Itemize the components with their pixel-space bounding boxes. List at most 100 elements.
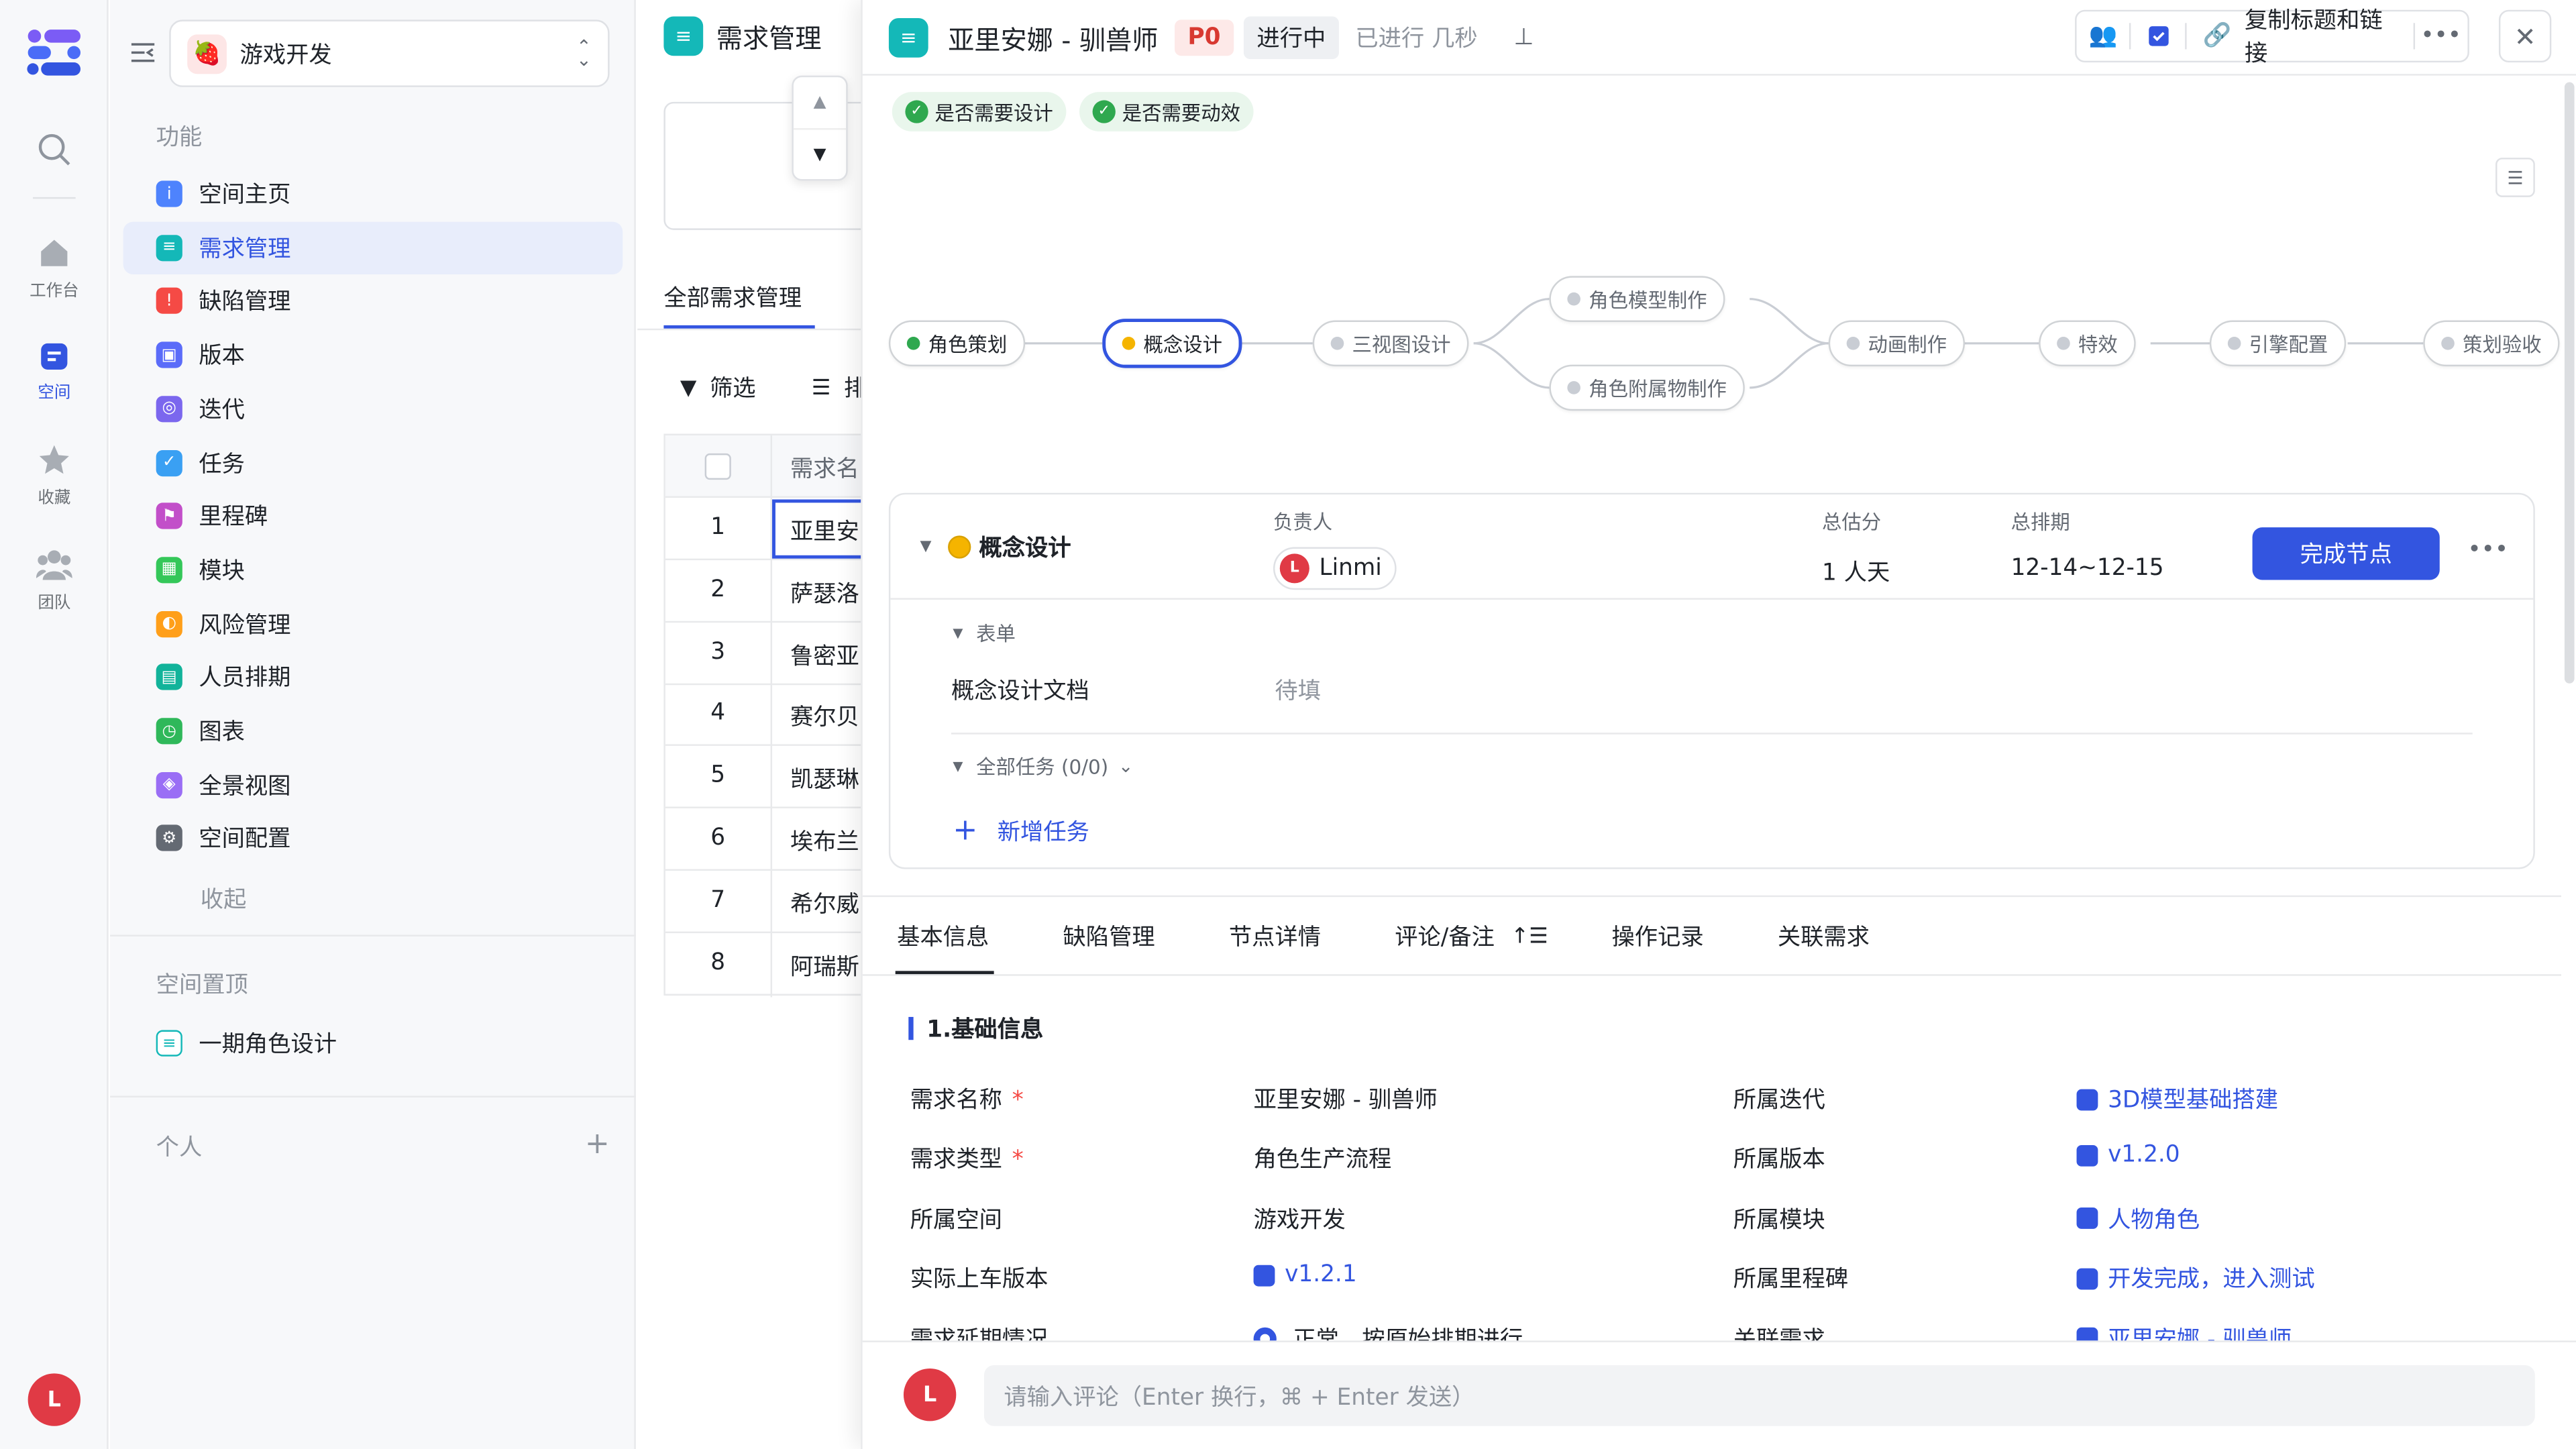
priority-badge[interactable]: P0 (1174, 19, 1234, 56)
sort-button[interactable]: ☰ 排 (812, 371, 867, 404)
tasks-icon: ✓ (156, 449, 182, 476)
row-number: 7 (710, 886, 726, 914)
requirement-type-icon: ≡ (888, 17, 928, 58)
sidebar-item-staffing[interactable]: ▤ 人员排期 (123, 651, 623, 704)
row-name[interactable]: 希尔威 (790, 887, 859, 920)
workflow-node-vfx[interactable]: 特效 (2039, 320, 2136, 367)
row-name[interactable]: 阿瑞斯 (790, 949, 859, 982)
workflow-node-three-view[interactable]: 三视图设计 (1312, 320, 1469, 367)
row-number: 2 (710, 576, 726, 603)
workflow-settings-icon[interactable]: ☰ (2496, 158, 2535, 197)
project-selector[interactable]: 🍓 游戏开发 ⌃ ⌄ (169, 19, 610, 87)
sidebar-item-risks[interactable]: ◐ 风险管理 (123, 597, 623, 649)
app-logo[interactable] (25, 28, 84, 77)
rail-workbench[interactable]: 工作台 (0, 237, 109, 301)
user-avatar[interactable]: L (28, 1373, 81, 1426)
field-value[interactable]: 亚里安娜 - 驯兽师 (1254, 1083, 1438, 1116)
sidebar-item-milestones[interactable]: ⚑ 里程碑 (123, 490, 623, 542)
search-icon[interactable] (36, 131, 72, 174)
comment-input[interactable]: 请输入评论（Enter 换行，⌘ + Enter 发送） (983, 1365, 2535, 1426)
sidebar-item-iterations[interactable]: ◎ 迭代 (123, 382, 623, 435)
add-task-button[interactable]: + 新增任务 (953, 813, 1089, 847)
sidebar-item-space-settings[interactable]: ⚙ 空间配置 (123, 812, 623, 865)
tab-activity-log[interactable]: 操作记录 (1611, 920, 1703, 953)
filter-button[interactable]: ▼ 筛选 (680, 371, 756, 404)
tab-related[interactable]: 关联需求 (1778, 920, 1870, 953)
node-card-title[interactable]: ▼ 概念设计 (920, 531, 1071, 564)
section-title-personal: 个人 (156, 1135, 203, 1162)
more-icon[interactable]: ••• (2414, 23, 2467, 49)
strawberry-icon: 🍓 (187, 34, 227, 73)
form-section-toggle[interactable]: ▼ 表单 (953, 619, 1015, 647)
workflow-node-accessory[interactable]: 角色附属物制作 (1549, 364, 1745, 411)
sidebar-item-defects[interactable]: ! 缺陷管理 (123, 275, 623, 327)
node-more-icon[interactable]: ••• (2467, 537, 2508, 564)
sidebar-item-versions[interactable]: ▣ 版本 (123, 329, 623, 381)
field-link-value[interactable]: v1.2.0 (2076, 1142, 2180, 1169)
schedule-value[interactable]: 12-14~12-15 (2011, 555, 2164, 582)
sidebar-item-charts[interactable]: ◷ 图表 (123, 705, 623, 757)
section-title-functions: 功能 (156, 125, 203, 152)
list-icon: ≡ (156, 1030, 182, 1057)
sidebar-item-requirements[interactable]: ≡ 需求管理 (123, 221, 623, 274)
tasks-section-toggle[interactable]: ▼ 全部任务 (0/0) ⌄ (953, 753, 1133, 781)
tab-basic-info[interactable]: 基本信息 (897, 920, 989, 953)
row-name[interactable]: 赛尔贝 (790, 700, 859, 733)
rail-space[interactable]: 空间 (0, 341, 109, 402)
staffing-icon: ▤ (156, 664, 182, 691)
status-badge[interactable]: 进行中 (1243, 16, 1339, 60)
tag-needs-design[interactable]: ✓ 是否需要设计 (892, 92, 1067, 131)
workflow-node-role-planning[interactable]: 角色策划 (888, 320, 1026, 367)
field-link-value[interactable]: 人物角色 (2076, 1202, 2200, 1235)
collapse-sidebar-icon[interactable] (129, 40, 156, 72)
link-square-icon (2076, 1088, 2098, 1110)
sidebar-item-label: 任务 (199, 451, 245, 478)
sidebar-item-panorama[interactable]: ◈ 全景视图 (123, 759, 623, 811)
field-value[interactable]: 游戏开发 (1254, 1202, 1346, 1235)
collapse-link[interactable]: 收起 (201, 882, 247, 915)
tab-defects[interactable]: 缺陷管理 (1063, 920, 1155, 953)
owner-chip[interactable]: L Linmi (1273, 547, 1397, 590)
complete-node-button[interactable]: 完成节点 (2252, 527, 2440, 580)
column-header-name: 需求名 (790, 456, 859, 484)
sidebar-item-modules[interactable]: ▦ 模块 (123, 543, 623, 596)
field-value[interactable]: 角色生产流程 (1254, 1142, 1392, 1175)
field-link-value[interactable]: 3D模型基础搭建 (2076, 1083, 2278, 1116)
row-name[interactable]: 埃布兰 (790, 824, 859, 857)
workflow-node-animation[interactable]: 动画制作 (1828, 320, 1966, 367)
close-icon[interactable]: ✕ (2498, 9, 2552, 63)
next-item-button[interactable]: ▼ (794, 129, 846, 178)
tab-all-requirements[interactable]: 全部需求管理 (663, 281, 802, 314)
versions-icon: ▣ (156, 341, 182, 368)
row-name[interactable]: 萨瑟洛 (790, 576, 859, 609)
rail-favorites[interactable]: 收藏 (0, 443, 109, 508)
sort-icon: ☰ (811, 375, 831, 400)
pin-icon[interactable]: ⊥ (1514, 25, 1534, 51)
select-all-checkbox[interactable] (704, 453, 731, 480)
members-icon[interactable]: 👥 (2077, 23, 2130, 49)
add-personal-icon[interactable]: + (585, 1127, 610, 1161)
workflow-node-engine[interactable]: 引擎配置 (2209, 320, 2347, 367)
filter-icon: ▼ (680, 375, 697, 400)
row-name[interactable]: 鲁密亚 (790, 639, 859, 672)
tab-comments[interactable]: 评论/备注 ↑☰ (1395, 920, 1548, 953)
workflow-node-acceptance[interactable]: 策划验收 (2423, 320, 2560, 367)
copy-link-button[interactable]: 🔗 复制标题和链接 (2186, 3, 2412, 69)
panel-scrollbar[interactable] (2564, 82, 2575, 684)
prev-item-button[interactable]: ▲ (793, 77, 847, 130)
row-name[interactable]: 凯瑟琳 (790, 763, 859, 796)
form-field-value[interactable]: 待填 (1275, 674, 1321, 706)
sidebar-item-tasks[interactable]: ✓ 任务 (123, 436, 623, 488)
bookmark-icon[interactable] (2131, 25, 2184, 48)
tag-needs-animation[interactable]: ✓ 是否需要动效 (1079, 92, 1254, 131)
workflow-node-model[interactable]: 角色模型制作 (1549, 276, 1725, 323)
tab-node-details[interactable]: 节点详情 (1229, 920, 1321, 953)
estimate-value[interactable]: 1 人天 (1822, 555, 1890, 588)
pinned-item[interactable]: ≡ 一期角色设计 (123, 1017, 623, 1069)
field-value[interactable]: v1.2.1 (1253, 1262, 1357, 1288)
rail-team[interactable]: 团队 (0, 549, 109, 612)
field-link-value[interactable]: 开发完成，进入测试 (2076, 1262, 2315, 1295)
sidebar-item-space-home[interactable]: i 空间主页 (123, 168, 623, 220)
left-rail: 工作台 空间 收藏 团队 L (0, 0, 109, 1449)
workflow-node-concept-design[interactable]: 概念设计 (1102, 319, 1242, 368)
